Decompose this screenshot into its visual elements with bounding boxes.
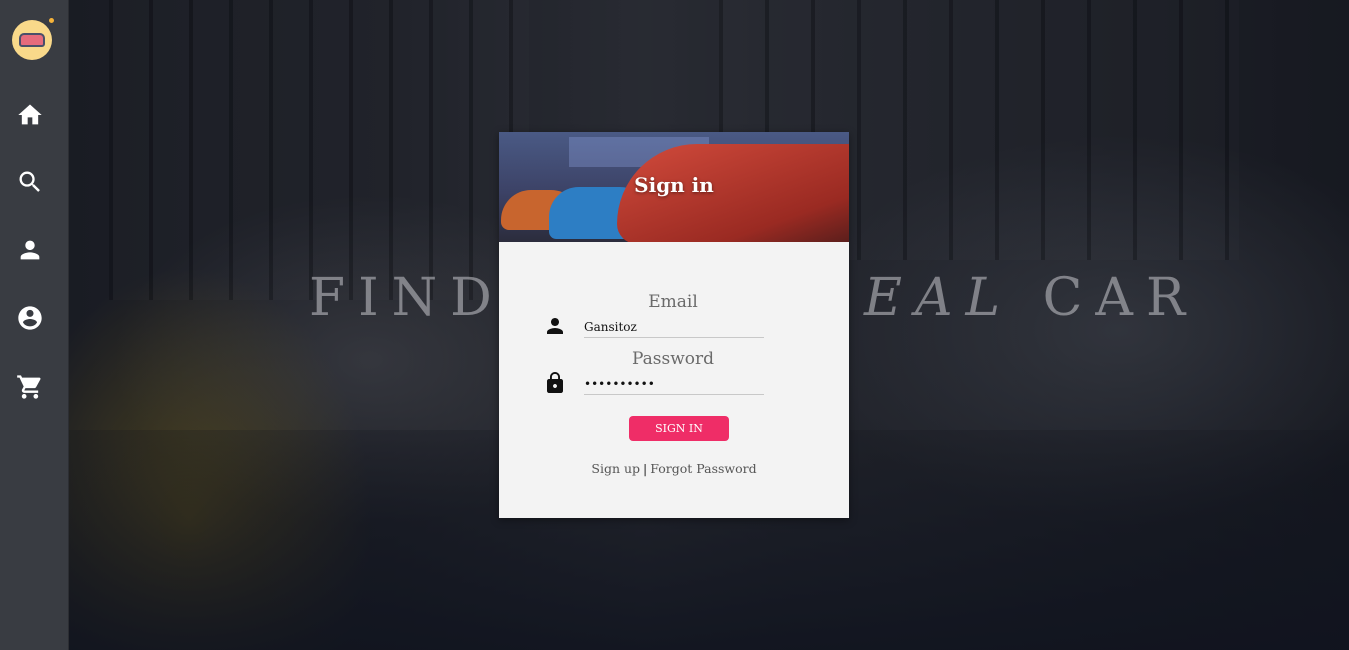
search-icon[interactable] bbox=[16, 168, 44, 196]
person-icon[interactable] bbox=[16, 236, 44, 264]
email-field[interactable] bbox=[584, 316, 764, 338]
hero-title-right: CAR bbox=[1042, 268, 1199, 328]
password-field-group: Password bbox=[543, 349, 765, 399]
car-logo[interactable] bbox=[12, 18, 54, 60]
auth-links: Sign up | Forgot Password bbox=[499, 461, 849, 476]
lock-icon bbox=[543, 371, 567, 395]
cart-icon[interactable] bbox=[16, 373, 44, 401]
password-label: Password bbox=[631, 349, 715, 369]
sidebar bbox=[0, 0, 69, 650]
car-logo-icon bbox=[19, 33, 45, 47]
home-icon[interactable] bbox=[16, 101, 44, 129]
link-separator: | bbox=[643, 461, 648, 476]
sign-up-link[interactable]: Sign up bbox=[591, 461, 640, 476]
signin-title: Sign in bbox=[634, 173, 714, 197]
forgot-password-link[interactable]: Forgot Password bbox=[650, 461, 756, 476]
sign-in-button[interactable]: SIGN IN bbox=[629, 416, 729, 441]
logo-sparkle bbox=[49, 18, 54, 23]
hero-title-left: FIND bbox=[309, 268, 505, 328]
email-label: Email bbox=[648, 292, 698, 312]
password-field[interactable] bbox=[584, 373, 764, 395]
person-icon bbox=[543, 314, 567, 338]
signin-card: Sign in Email Password SIGN IN Sign up|F… bbox=[499, 132, 849, 518]
signin-card-header: Sign in bbox=[499, 132, 849, 242]
account-circle-icon[interactable] bbox=[16, 304, 44, 332]
email-field-group: Email bbox=[543, 292, 765, 342]
